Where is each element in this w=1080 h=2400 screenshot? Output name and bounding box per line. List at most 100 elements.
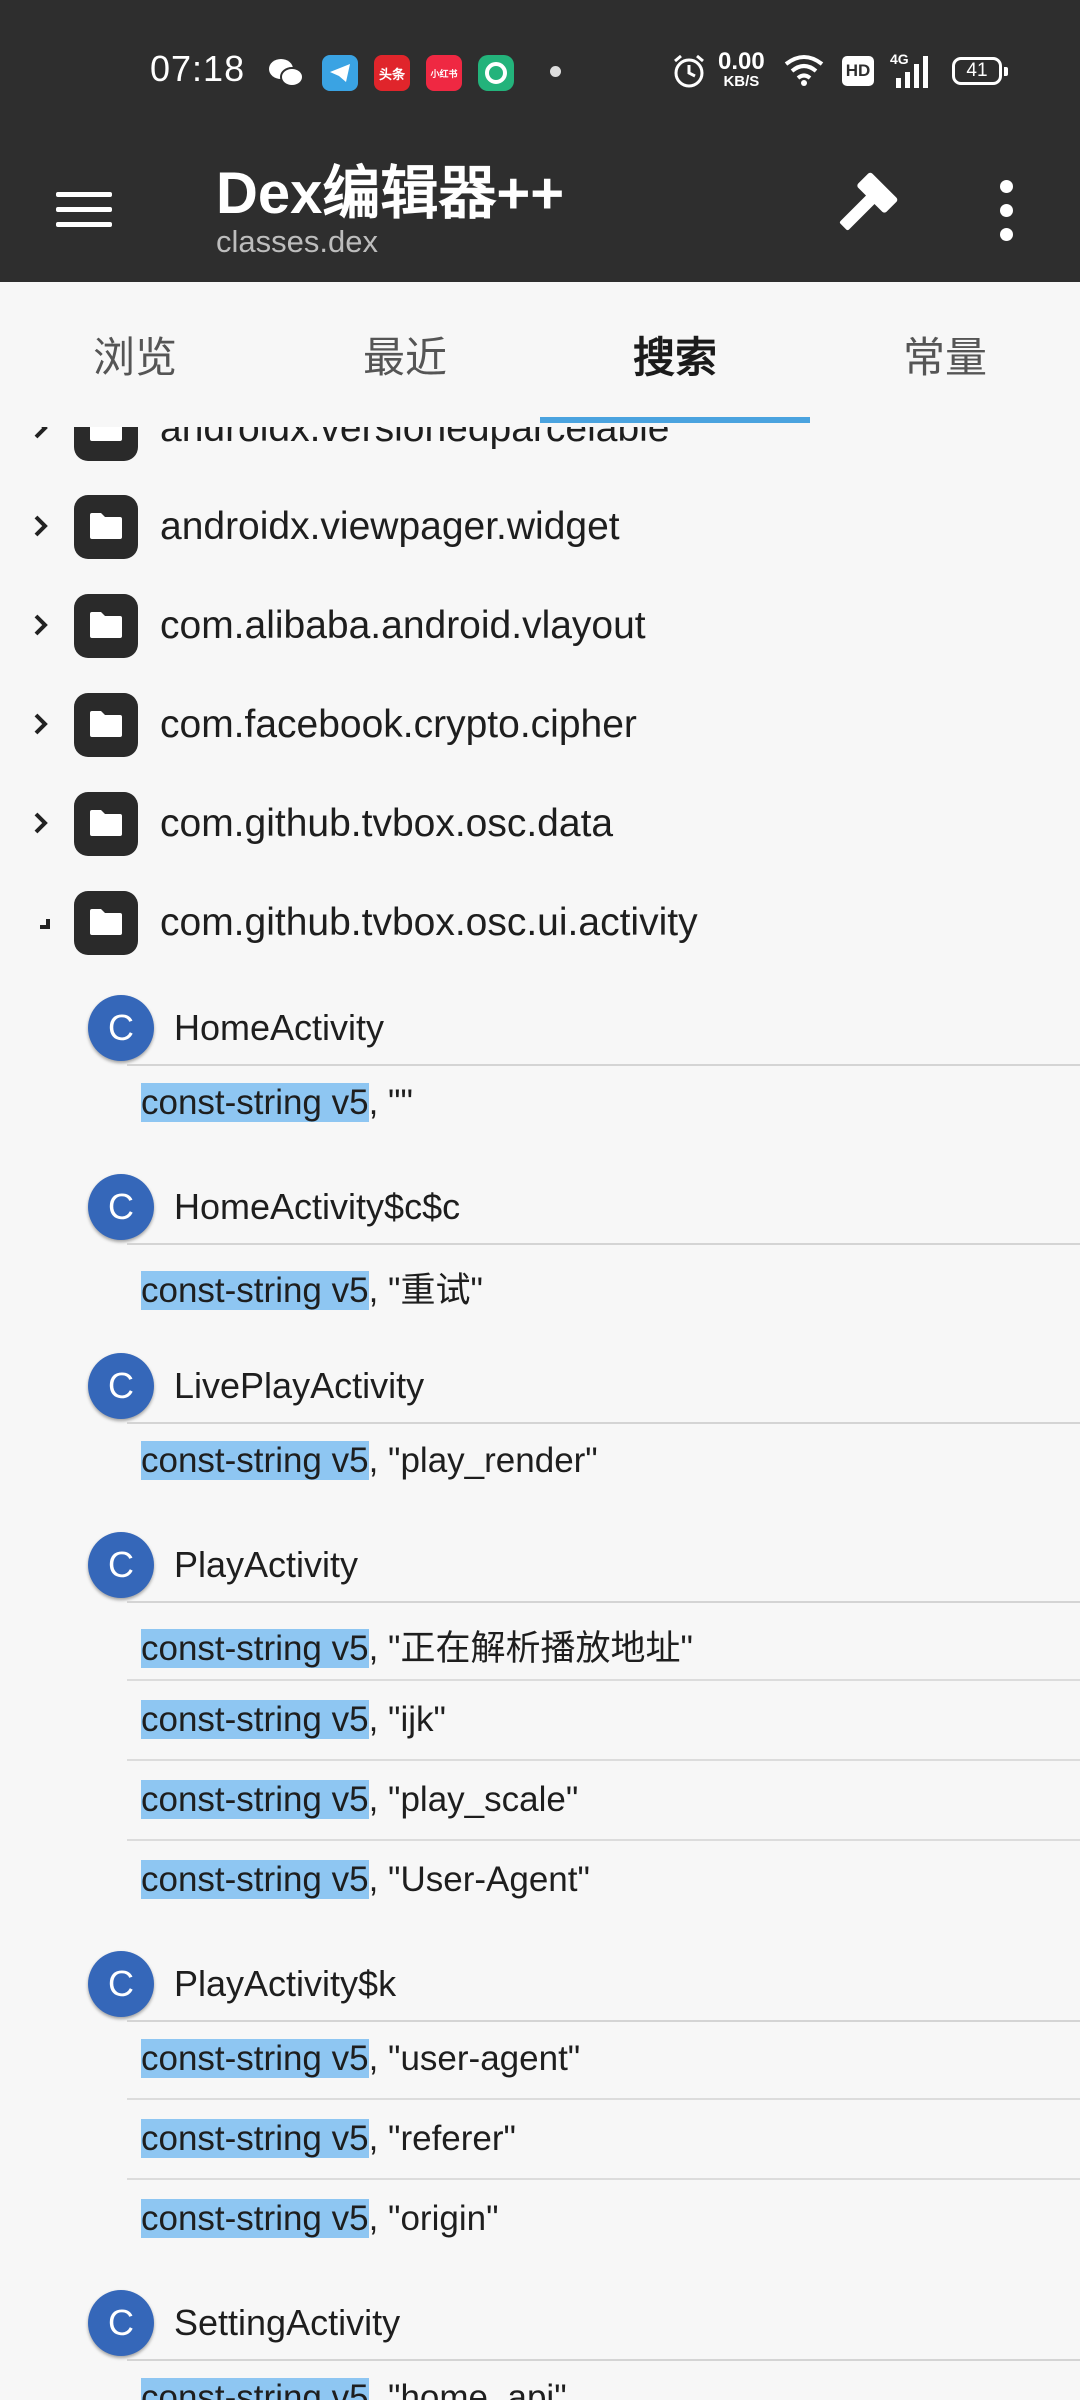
match-row[interactable]: const-string v5, "User-Agent" xyxy=(0,1842,1080,1921)
wifi-icon xyxy=(784,54,824,91)
tab-bar: 浏览 最近 搜索 常量 xyxy=(0,282,1080,427)
hammer-icon xyxy=(839,172,898,231)
match-highlight: const-string v5 xyxy=(141,2039,369,2078)
divider xyxy=(127,2098,1080,2100)
folder-icon xyxy=(74,891,138,955)
package-label: androidx.versionedparcelable xyxy=(160,427,670,450)
match-text: const-string v5, "重试" xyxy=(141,1271,483,1310)
divider xyxy=(127,1679,1080,1681)
match-text: const-string v5, "user-agent" xyxy=(141,2039,581,2078)
build-button[interactable] xyxy=(826,164,906,244)
match-text: const-string v5, "play_scale" xyxy=(141,1780,579,1819)
match-row[interactable]: const-string v5, "ijk" xyxy=(0,1682,1080,1761)
match-row[interactable]: const-string v5, "origin" xyxy=(0,2181,1080,2260)
class-row[interactable]: C HomeActivity xyxy=(0,973,1080,1066)
svg-text:4G: 4G xyxy=(890,51,909,67)
match-row[interactable]: const-string v5, "play_scale" xyxy=(0,1762,1080,1841)
hamburger-icon xyxy=(56,192,112,197)
match-text: const-string v5, "ijk" xyxy=(141,1700,446,1739)
status-time: 07:18 xyxy=(150,48,246,89)
package-label: com.facebook.crypto.cipher xyxy=(160,703,637,746)
class-row[interactable]: C SettingActivity xyxy=(0,2268,1080,2361)
folder-icon xyxy=(74,792,138,856)
match-highlight: const-string v5 xyxy=(141,2199,369,2238)
match-text: const-string v5, "origin" xyxy=(141,2199,499,2238)
match-row[interactable]: const-string v5, "正在解析播放地址" xyxy=(0,1602,1080,1681)
package-row[interactable]: com.alibaba.android.vlayout xyxy=(0,576,1080,675)
class-row[interactable]: C PlayActivity$k xyxy=(0,1929,1080,2022)
hd-icon: HD xyxy=(842,56,874,86)
match-row[interactable]: const-string v5, "" xyxy=(0,1065,1080,1144)
folder-icon xyxy=(74,594,138,658)
package-row[interactable]: com.github.tvbox.osc.data xyxy=(0,774,1080,873)
app-title: Dex编辑器++ xyxy=(216,161,565,226)
divider xyxy=(127,1759,1080,1761)
package-row[interactable]: androidx.versionedparcelable xyxy=(0,427,1080,478)
class-label: HomeActivity$c$c xyxy=(174,1186,461,1227)
match-highlight: const-string v5 xyxy=(141,2119,369,2158)
app-subtitle: classes.dex xyxy=(216,224,378,259)
match-row[interactable]: const-string v5, "user-agent" xyxy=(0,2021,1080,2100)
alarm-icon xyxy=(670,52,708,95)
more-options-button[interactable] xyxy=(985,170,1031,250)
match-text: const-string v5, "home_api" xyxy=(141,2378,567,2400)
tab-browse[interactable]: 浏览 xyxy=(0,282,270,427)
menu-button[interactable] xyxy=(54,178,114,238)
app-bar: Dex编辑器++ classes.dex xyxy=(0,142,1080,282)
toutiao-icon: 头条 xyxy=(374,55,410,91)
tab-constants[interactable]: 常量 xyxy=(810,282,1080,427)
divider xyxy=(127,1839,1080,1841)
class-label: SettingActivity xyxy=(174,2302,401,2343)
match-text: const-string v5, "" xyxy=(141,1083,413,1122)
tab-indicator xyxy=(540,417,810,423)
chevron-right-icon xyxy=(34,713,48,735)
chevron-right-icon xyxy=(34,427,48,439)
match-row[interactable]: const-string v5, "home_api" xyxy=(0,2360,1080,2400)
class-c-icon: C xyxy=(88,1174,154,1240)
match-row[interactable]: const-string v5, "play_render" xyxy=(0,1423,1080,1502)
class-c-icon: C xyxy=(88,1951,154,2017)
class-c-icon: C xyxy=(88,1353,154,1419)
match-row[interactable]: const-string v5, "重试" xyxy=(0,1244,1080,1323)
package-row[interactable]: com.facebook.crypto.cipher xyxy=(0,675,1080,774)
class-label: PlayActivity xyxy=(174,1544,359,1585)
match-row[interactable]: const-string v5, "referer" xyxy=(0,2101,1080,2180)
chevron-expanded-icon xyxy=(40,919,50,929)
tab-search[interactable]: 搜索 xyxy=(540,282,810,427)
package-label: com.github.tvbox.osc.data xyxy=(160,802,614,845)
class-c-icon: C xyxy=(88,2290,154,2356)
match-highlight: const-string v5 xyxy=(141,1441,369,1480)
package-label: com.github.tvbox.osc.ui.activity xyxy=(160,901,698,944)
tab-recent[interactable]: 最近 xyxy=(270,282,540,427)
xiaohongshu-icon: 小红书 xyxy=(426,55,462,91)
package-row[interactable]: androidx.viewpager.widget xyxy=(0,477,1080,576)
class-label: LivePlayActivity xyxy=(174,1365,425,1406)
class-label: HomeActivity xyxy=(174,1007,385,1048)
folder-icon xyxy=(74,495,138,559)
divider xyxy=(127,2178,1080,2180)
class-row[interactable]: C HomeActivity$c$c xyxy=(0,1152,1080,1245)
match-text: const-string v5, "play_render" xyxy=(141,1441,598,1480)
folder-icon xyxy=(74,693,138,757)
battery-icon: 41 xyxy=(952,57,1008,85)
class-c-icon: C xyxy=(88,995,154,1061)
class-row[interactable]: C LivePlayActivity xyxy=(0,1331,1080,1424)
chevron-right-icon xyxy=(34,614,48,636)
match-text: const-string v5, "referer" xyxy=(141,2119,516,2158)
match-highlight: const-string v5 xyxy=(141,2378,369,2400)
green-app-icon xyxy=(478,55,514,91)
package-row-expanded[interactable]: com.github.tvbox.osc.ui.activity xyxy=(0,873,1080,972)
class-label: PlayActivity$k xyxy=(174,1963,397,2004)
folder-icon xyxy=(74,427,138,461)
class-row[interactable]: C PlayActivity xyxy=(0,1510,1080,1603)
wechat-icon xyxy=(268,55,304,91)
more-vert-icon xyxy=(1000,180,1013,193)
match-highlight: const-string v5 xyxy=(141,1271,369,1310)
notification-dot-icon xyxy=(550,66,561,77)
status-bar: 07:18 头条 小红书 0.00 KB/S HD 4G 41 xyxy=(0,0,1080,142)
package-label: com.alibaba.android.vlayout xyxy=(160,604,646,647)
search-results-tree[interactable]: androidx.versionedparcelable androidx.vi… xyxy=(0,427,1080,2400)
telegram-icon xyxy=(322,55,358,91)
match-highlight: const-string v5 xyxy=(141,1780,369,1819)
match-highlight: const-string v5 xyxy=(141,1629,369,1668)
